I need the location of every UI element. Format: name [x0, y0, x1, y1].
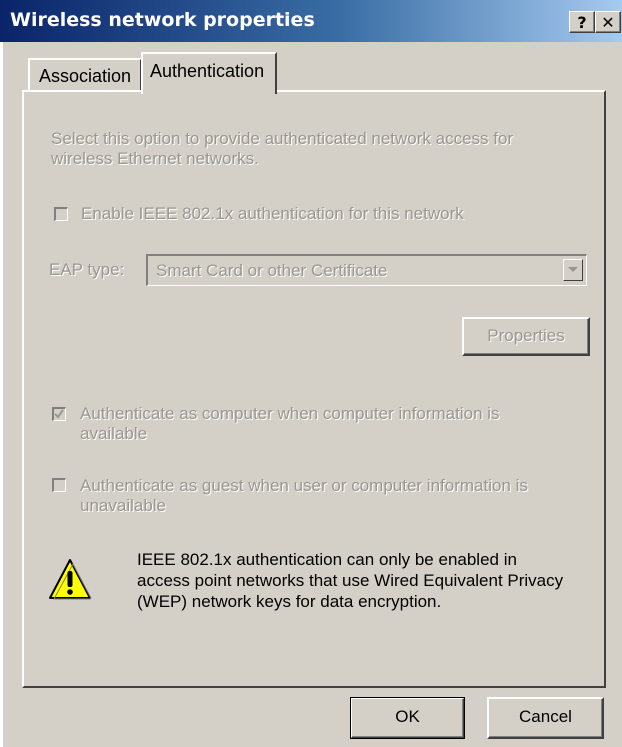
tab-authentication-label: Authentication [150, 61, 265, 81]
enable-8021x-label: Enable IEEE 802.1x authentication for th… [81, 204, 464, 223]
auth-as-computer-label: Authenticate as computer when computer i… [80, 404, 500, 443]
checkmark-icon [54, 409, 64, 419]
eap-type-dropdown-button[interactable] [563, 259, 583, 281]
title-bar: Wireless network properties ? ✕ [0, 0, 622, 42]
cancel-button[interactable]: Cancel [487, 697, 604, 739]
enable-8021x-checkbox[interactable] [54, 207, 68, 221]
window-border [0, 42, 4, 747]
auth-as-guest-label: Authenticate as guest when user or compu… [80, 476, 528, 515]
warning-message: IEEE 802.1x authentication can only be e… [137, 550, 564, 611]
tab-authentication[interactable]: Authentication [141, 52, 277, 94]
eap-type-value: Smart Card or other Certificate [156, 261, 388, 280]
auth-as-guest-checkbox[interactable] [52, 478, 66, 492]
properties-button[interactable]: Properties [462, 317, 590, 356]
eap-type-select[interactable]: Smart Card or other Certificate [146, 254, 587, 286]
help-button[interactable]: ? [569, 11, 595, 33]
auth-description: Select this option to provide authentica… [51, 129, 514, 168]
warning-icon [49, 559, 92, 600]
eap-type-label: EAP type: [49, 260, 125, 279]
tab-association-label: Association [39, 66, 132, 86]
tab-association[interactable]: Association [28, 58, 142, 92]
auth-as-computer-checkbox[interactable] [52, 407, 66, 421]
chevron-down-icon [568, 267, 578, 272]
close-button[interactable]: ✕ [595, 11, 621, 33]
ok-button[interactable]: OK [350, 697, 465, 739]
window-title: Wireless network properties [10, 9, 315, 31]
